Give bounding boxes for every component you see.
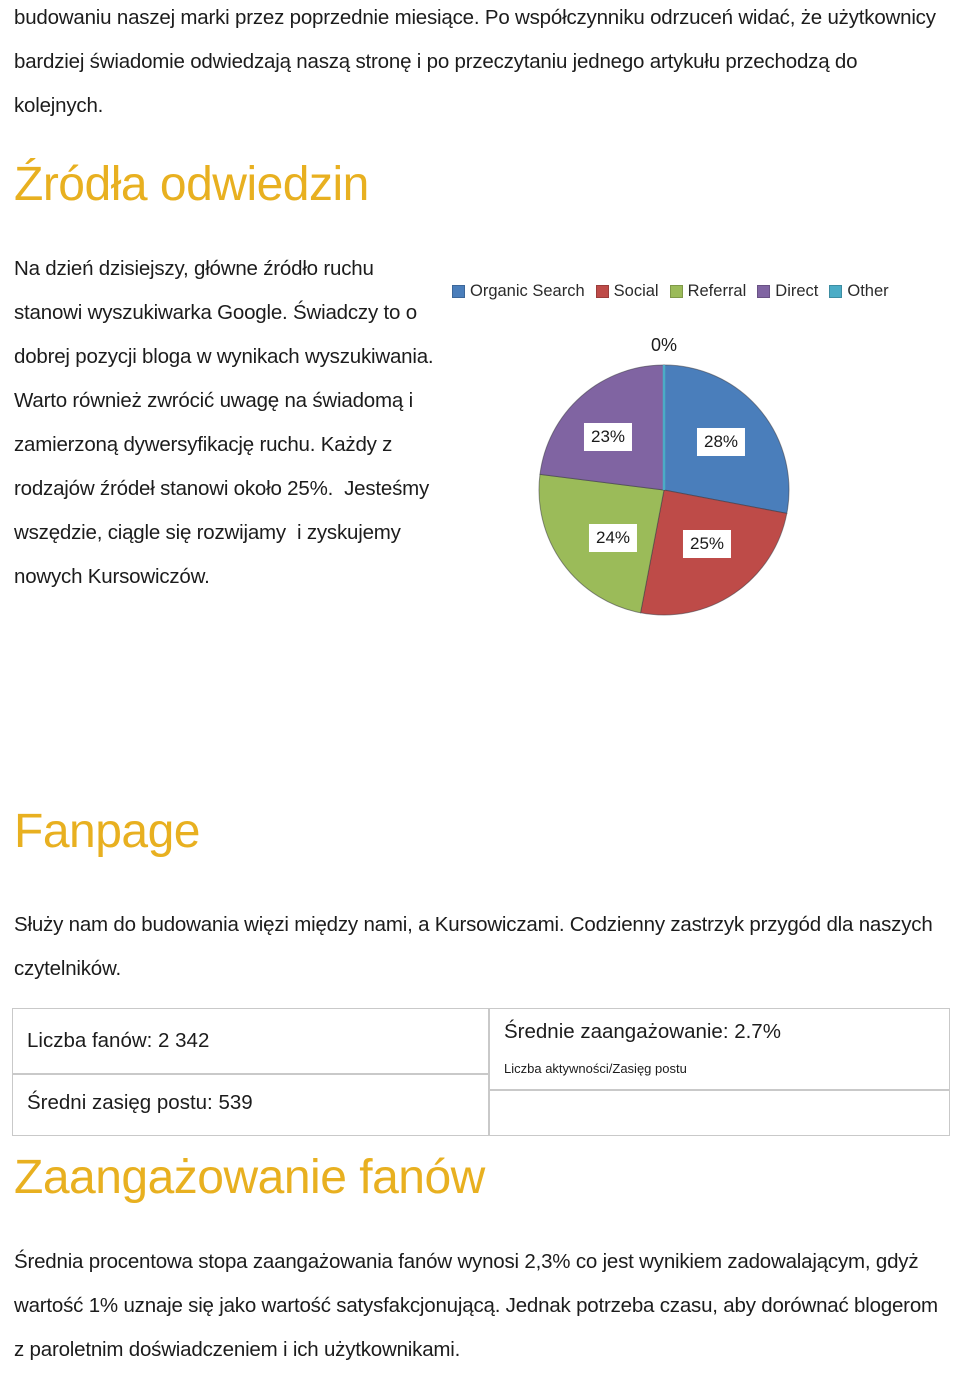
legend-label: Social — [613, 282, 659, 300]
fanpage-stats-table: Liczba fanów: 2 342 Średni zasięg postu:… — [12, 1008, 950, 1136]
pie-graphic: 0% 28% 25% 24% 23% — [535, 336, 793, 619]
pie-slices — [538, 364, 790, 616]
chart-legend: Organic Search Social Referral Direct Ot… — [452, 282, 952, 301]
stat-cell-fans: Liczba fanów: 2 342 — [12, 1008, 489, 1074]
intro-paragraph: budowaniu naszej marki przez poprzednie … — [14, 6, 942, 117]
fanpage-paragraph: Służy nam do budowania więzi między nami… — [14, 913, 939, 980]
stat-reach-value: Średni zasięg postu: 539 — [27, 1091, 253, 1114]
legend-label: Other — [847, 282, 889, 300]
pie-data-label: 0% — [650, 335, 678, 355]
legend-item-other: Other — [829, 282, 889, 301]
engagement-heading: Zaangażowanie fanów — [14, 1151, 485, 1204]
legend-item-referral: Referral — [669, 282, 747, 301]
pie-data-label: 25% — [682, 530, 732, 558]
pie-data-label: 23% — [583, 423, 633, 451]
legend-swatch-icon — [757, 285, 771, 298]
stat-fans-value: Liczba fanów: 2 342 — [27, 1029, 210, 1052]
fanpage-heading: Fanpage — [14, 805, 201, 858]
stat-engagement-value: Średnie zaangażowanie: 2.7% — [504, 1020, 781, 1043]
pie-data-label: 28% — [696, 428, 746, 456]
legend-swatch-icon — [669, 285, 683, 298]
legend-swatch-icon — [595, 285, 609, 298]
stat-cell-empty — [489, 1090, 950, 1136]
legend-item-organic-search: Organic Search — [452, 282, 585, 301]
sources-paragraph: Na dzień dzisiejszy, główne źródło ruchu… — [14, 257, 439, 588]
legend-label: Direct — [775, 282, 819, 300]
engagement-paragraph: Średnia procentowa stopa zaangażowania f… — [14, 1250, 944, 1361]
legend-item-direct: Direct — [757, 282, 818, 301]
legend-label: Organic Search — [470, 282, 585, 300]
stat-cell-reach: Średni zasięg postu: 539 — [12, 1074, 489, 1136]
sources-heading: Źródła odwiedzin — [14, 158, 369, 211]
legend-swatch-icon — [452, 285, 465, 298]
pie-data-label: 24% — [588, 524, 638, 552]
stat-cell-engagement: Średnie zaangażowanie: 2.7% Liczba aktyw… — [489, 1008, 950, 1090]
legend-swatch-icon — [829, 285, 843, 298]
document-page: budowaniu naszej marki przez poprzednie … — [0, 0, 960, 1377]
legend-label: Referral — [687, 282, 747, 300]
pie-svg — [538, 364, 790, 616]
stat-engagement-note: Liczba aktywności/Zasięg postu — [504, 1061, 687, 1076]
traffic-sources-pie-chart: Organic Search Social Referral Direct Ot… — [452, 282, 952, 627]
legend-item-social: Social — [595, 282, 659, 301]
